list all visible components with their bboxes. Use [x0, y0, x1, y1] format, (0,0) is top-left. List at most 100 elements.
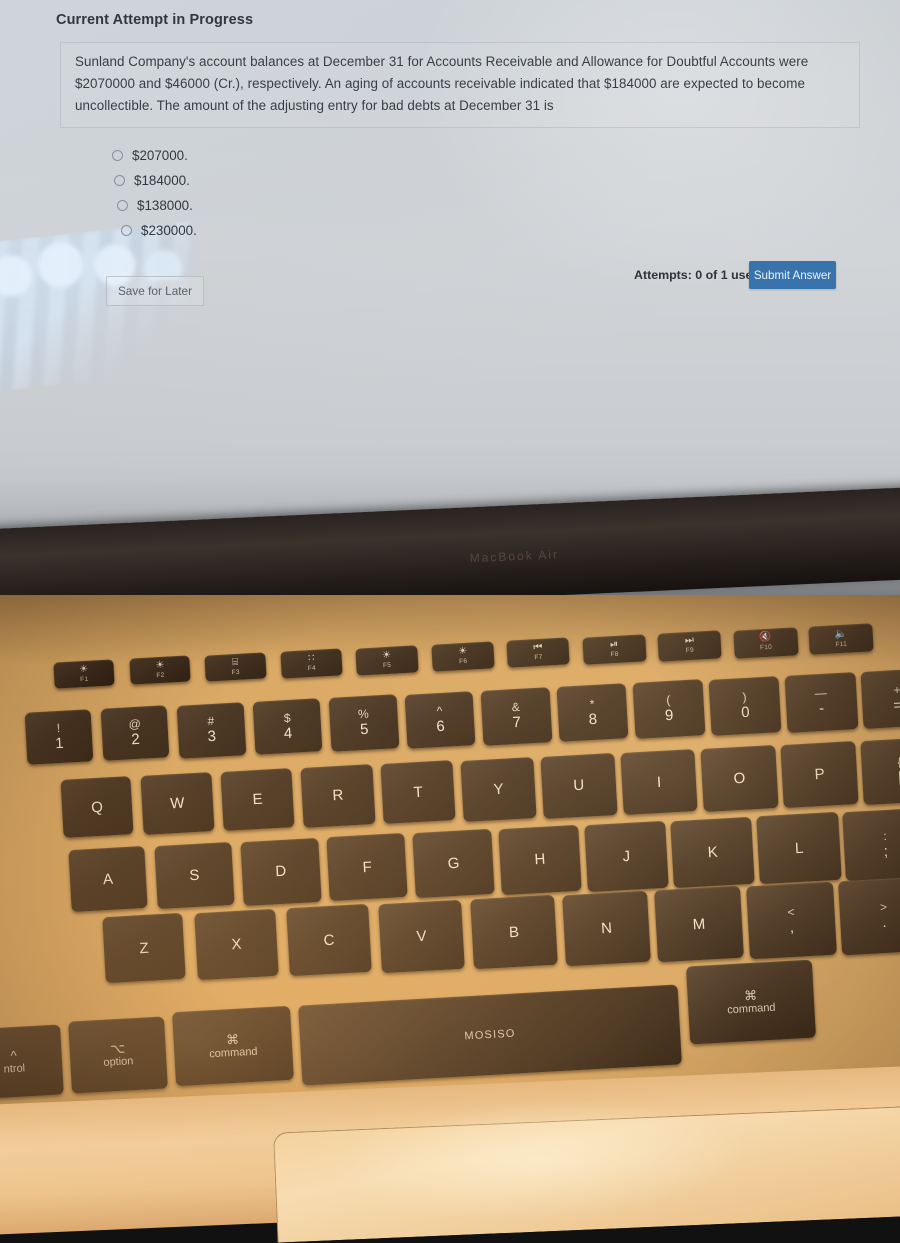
key-legend: 4	[283, 724, 293, 742]
option-row[interactable]: $230000.	[121, 218, 197, 243]
number-key-=[interactable]: + =	[860, 668, 900, 730]
letter-key-O[interactable]: O	[700, 744, 779, 812]
option-row[interactable]: $184000.	[114, 168, 197, 193]
control-key[interactable]: ^ ntrol	[0, 1024, 64, 1100]
page-title: Current Attempt in Progress	[56, 12, 254, 28]
number-key-4[interactable]: $4	[252, 698, 323, 756]
letter-key-G[interactable]: G	[412, 829, 495, 899]
letter-key-M[interactable]: M	[654, 885, 744, 963]
key-legend: X	[231, 935, 242, 953]
letter-key-E[interactable]: E	[220, 768, 295, 832]
key-upper-legend: >	[879, 899, 888, 915]
letter-key-X[interactable]: X	[194, 908, 279, 980]
letter-key-I[interactable]: I	[620, 748, 698, 815]
function-key-F4[interactable]: ∷ F4	[279, 648, 343, 679]
command-key-left[interactable]: ⌘ command	[172, 1005, 294, 1087]
key-upper-legend: —	[814, 685, 828, 701]
key-legend: E	[252, 791, 264, 809]
number-key-9[interactable]: (9	[632, 679, 706, 739]
letter-key-,[interactable]: <,	[746, 881, 837, 959]
number-key-8[interactable]: * 8	[556, 683, 629, 743]
key-legend: Z	[138, 939, 150, 957]
key-upper-legend: )	[742, 689, 747, 704]
submit-answer-button[interactable]: Submit Answer	[749, 261, 836, 289]
key-legend: P	[814, 765, 826, 784]
radio-button-icon[interactable]	[117, 200, 128, 211]
fn-key-label: F4	[307, 664, 316, 673]
fn-key-label: F1	[79, 675, 89, 683]
letter-key-T[interactable]: T	[380, 760, 457, 825]
key-legend: 0	[740, 703, 751, 721]
function-key-F5[interactable]: ☀ F5	[355, 644, 419, 676]
letter-key-J[interactable]: J	[584, 820, 669, 892]
keyboard-brightness-up-icon: ☀	[457, 645, 468, 658]
radio-button-icon[interactable]	[121, 225, 132, 236]
letter-key-P[interactable]: P	[780, 740, 860, 809]
number-key-5[interactable]: % 5	[328, 694, 400, 752]
letter-key-F[interactable]: F	[326, 833, 409, 902]
key-upper-legend: !	[56, 720, 61, 736]
key-legend: ;	[883, 842, 889, 860]
modifier-key-label: command	[208, 1045, 258, 1061]
letter-key-[[interactable]: {[	[860, 736, 900, 806]
fn-key-label: F8	[609, 650, 619, 659]
option-row[interactable]: $207000.	[112, 143, 197, 168]
function-key-F2[interactable]: ☀ F2	[128, 655, 191, 686]
function-key-F3[interactable]: ⌸ F3	[204, 652, 267, 682]
letter-key-.[interactable]: >.	[838, 876, 900, 956]
letter-key-H[interactable]: H	[498, 824, 582, 896]
option-key-left[interactable]: ⌥ option	[68, 1016, 168, 1094]
key-legend: .	[881, 913, 887, 932]
letter-key-C[interactable]: C	[286, 903, 372, 977]
letter-key-Z[interactable]: Z	[102, 912, 186, 984]
key-legend: D	[274, 862, 287, 881]
letter-key-N[interactable]: N	[562, 890, 651, 966]
key-legend: Y	[493, 780, 504, 798]
letter-key-W[interactable]: W	[140, 772, 215, 835]
command-key-right[interactable]: ⌘ command	[685, 959, 817, 1045]
option-row[interactable]: $138000.	[117, 193, 197, 218]
function-key-F11[interactable]: 🔈 F11	[808, 623, 874, 655]
function-key-F10[interactable]: 🔇 F10	[732, 626, 798, 659]
letter-key-A[interactable]: A	[68, 845, 148, 913]
letter-key-Y[interactable]: Y	[460, 756, 537, 822]
key-legend: G	[447, 854, 460, 873]
question-card: Sunland Company's account balances at De…	[60, 42, 860, 128]
key-upper-legend: @	[128, 717, 142, 732]
letter-key-L[interactable]: L	[756, 812, 843, 885]
answer-options-group[interactable]: $207000. $184000. $138000. $230000.	[112, 143, 197, 243]
number-key-2[interactable]: @2	[100, 705, 170, 762]
letter-key-Q[interactable]: Q	[60, 776, 134, 838]
key-legend: ,	[789, 917, 795, 936]
save-for-later-button[interactable]: Save for Later	[106, 276, 204, 306]
option-label: $138000.	[137, 198, 193, 213]
function-key-F8[interactable]: ⏯ F8	[581, 634, 647, 665]
key-legend: V	[416, 927, 427, 945]
function-key-F1[interactable]: ☀ F1	[53, 659, 115, 689]
option-label: $207000.	[132, 148, 188, 163]
function-key-F9[interactable]: ⏭ F9	[657, 630, 722, 662]
key-upper-legend: &	[511, 699, 521, 715]
letter-key-R[interactable]: R	[300, 764, 376, 829]
fn-key-label: F2	[155, 671, 165, 680]
function-key-F6[interactable]: ☀ F6	[430, 641, 495, 672]
number-key-7[interactable]: & 7	[480, 686, 553, 746]
function-key-F7[interactable]: ⏮ F7	[506, 637, 571, 669]
key-legend: I	[656, 773, 662, 791]
letter-key-V[interactable]: V	[378, 899, 465, 973]
letter-key-;[interactable]: :;	[842, 807, 900, 882]
space-bar[interactable]: MOSISO	[298, 984, 682, 1086]
radio-button-icon[interactable]	[114, 175, 125, 186]
number-key-6[interactable]: ^ 6	[404, 690, 476, 749]
number-key--[interactable]: — -	[784, 672, 859, 733]
number-key-1[interactable]: ! 1	[24, 709, 94, 765]
letter-key-S[interactable]: S	[154, 841, 235, 909]
letter-key-B[interactable]: B	[470, 894, 558, 970]
letter-key-D[interactable]: D	[240, 837, 322, 906]
key-legend: 9	[664, 706, 674, 725]
letter-key-K[interactable]: K	[670, 816, 756, 889]
number-key-0[interactable]: ) 0	[708, 675, 782, 736]
number-key-3[interactable]: #3	[176, 701, 247, 759]
letter-key-U[interactable]: U	[540, 752, 618, 819]
radio-button-icon[interactable]	[112, 150, 123, 161]
